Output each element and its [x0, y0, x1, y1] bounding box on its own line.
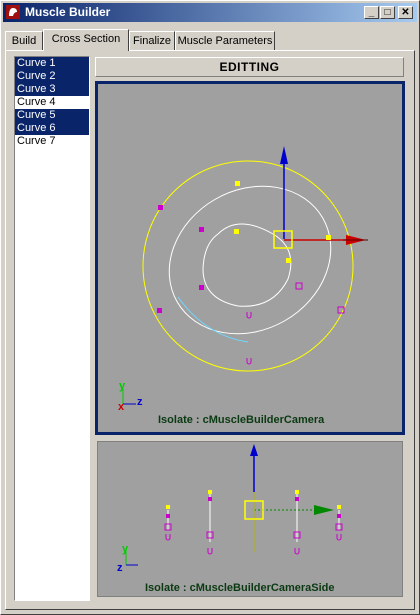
curve-list-item[interactable]: Curve 6 — [15, 122, 89, 135]
close-button[interactable]: ✕ — [398, 6, 413, 19]
side-yellow-point[interactable] — [166, 505, 170, 509]
yellow-cv-point[interactable] — [326, 235, 331, 240]
minimize-button[interactable]: _ — [364, 6, 379, 19]
u-marker-icon — [246, 312, 252, 319]
curve-list-item[interactable]: Curve 4 — [15, 96, 89, 109]
side-magenta-point[interactable] — [208, 497, 212, 501]
u-marker-icon — [207, 548, 213, 555]
side-z-arrow-icon[interactable] — [314, 505, 334, 515]
side-axis-z-label: z — [117, 562, 123, 574]
side-magenta-point[interactable] — [295, 497, 299, 501]
magenta-cv-box[interactable] — [295, 282, 303, 290]
curve-list-item[interactable]: Curve 5 — [15, 109, 89, 122]
yellow-cv-point[interactable] — [235, 181, 240, 186]
axis-z-label: z — [137, 396, 143, 408]
y-arrow-icon[interactable] — [280, 146, 288, 164]
magenta-cv-point[interactable] — [199, 227, 204, 232]
side-magenta-point[interactable] — [166, 514, 170, 518]
editing-status-header: EDITTING — [95, 57, 404, 77]
u-marker-icon — [336, 534, 342, 541]
curve-list-item[interactable]: Curve 7 — [15, 135, 89, 148]
app-icon — [6, 5, 20, 19]
main-viewport-label: Isolate : cMuscleBuilderCamera — [158, 414, 325, 426]
curve-list[interactable]: Curve 1 Curve 2 Curve 3 Curve 4 Curve 5 … — [14, 56, 90, 601]
side-yellow-point[interactable] — [295, 490, 299, 494]
u-marker-icon — [246, 358, 252, 365]
yellow-cv-point[interactable] — [234, 229, 239, 234]
outer-yellow-curve[interactable] — [142, 160, 354, 372]
curve-list-item[interactable]: Curve 2 — [15, 70, 89, 83]
magenta-cv-point[interactable] — [158, 205, 163, 210]
tab-build[interactable]: Build — [5, 31, 43, 50]
magenta-cv-point[interactable] — [199, 285, 204, 290]
axis-y-label: y — [119, 380, 126, 392]
side-yellow-point[interactable] — [337, 505, 341, 509]
main-viewport-canvas[interactable]: y z x Isolate : cMuscleBuilderCamera — [98, 84, 402, 432]
curve-list-item[interactable]: Curve 3 — [15, 83, 89, 96]
side-y-arrow-icon[interactable] — [250, 444, 258, 456]
curve-list-item[interactable]: Curve 1 — [15, 57, 89, 70]
u-marker-icon — [294, 548, 300, 555]
tab-muscle-parameters[interactable]: Muscle Parameters — [175, 31, 275, 50]
tab-finalize[interactable]: Finalize — [129, 31, 175, 50]
tab-cross-section[interactable]: Cross Section — [43, 29, 129, 51]
side-viewport[interactable]: y z Isolate : cMuscleBuilderCameraSide — [97, 441, 403, 597]
window-title: Muscle Builder — [25, 5, 111, 19]
axis-x-marker: x — [118, 401, 125, 413]
side-viewport-canvas[interactable]: y z Isolate : cMuscleBuilderCameraSide — [98, 442, 402, 596]
magenta-cv-point[interactable] — [157, 308, 162, 313]
u-marker-icon — [165, 534, 171, 541]
main-viewport[interactable]: y z x Isolate : cMuscleBuilderCamera — [95, 81, 405, 435]
side-yellow-point[interactable] — [208, 490, 212, 494]
side-viewport-label: Isolate : cMuscleBuilderCameraSide — [145, 582, 335, 594]
tab-bar: Build Cross Section Finalize Muscle Para… — [5, 29, 417, 51]
cyan-curve-segment — [177, 296, 249, 343]
inner-white-curve[interactable] — [202, 223, 292, 307]
middle-white-curve[interactable] — [142, 157, 357, 362]
side-axis-y-label: y — [122, 543, 129, 555]
maximize-button[interactable]: □ — [380, 6, 395, 19]
yellow-cv-point[interactable] — [286, 258, 291, 263]
side-magenta-point[interactable] — [337, 514, 341, 518]
title-bar: Muscle Builder _ □ ✕ — [3, 3, 417, 22]
